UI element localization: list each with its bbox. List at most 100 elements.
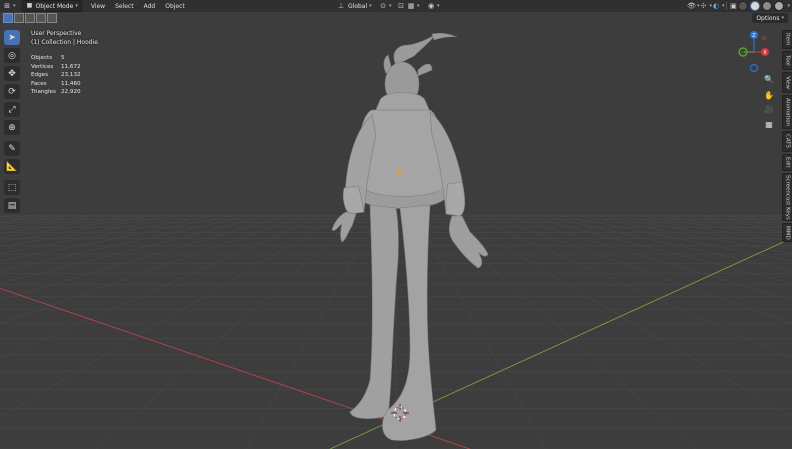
transform-tool[interactable]: ⊕ bbox=[4, 120, 20, 135]
grid-line bbox=[0, 214, 163, 238]
select-new-icon[interactable] bbox=[3, 13, 13, 23]
transform-orientation-dropdown[interactable]: ⊥ Global ▾ bbox=[334, 1, 375, 11]
wireframe-shading-icon[interactable] bbox=[738, 1, 749, 11]
ruler-icon: 📐 bbox=[6, 161, 18, 172]
stat-value: 22,920 bbox=[61, 89, 81, 96]
solid-shading-icon[interactable] bbox=[750, 1, 761, 11]
cursor-tool[interactable]: ◎ bbox=[4, 48, 20, 63]
tab-label: Item bbox=[784, 33, 791, 46]
rendered-shading-icon[interactable] bbox=[774, 1, 785, 11]
gizmo-toggle-icon[interactable]: ✣ bbox=[699, 2, 707, 10]
3d-viewport[interactable]: Z X Y bbox=[0, 0, 792, 449]
stat-row: Vertices 11,672 bbox=[31, 63, 81, 72]
chevron-down-icon: ▾ bbox=[75, 3, 78, 9]
pivot-icon: ⊙ bbox=[380, 2, 386, 10]
menu-object[interactable]: Object bbox=[160, 3, 190, 10]
stat-value: 5 bbox=[61, 55, 65, 61]
tab-tool[interactable]: Tool bbox=[782, 51, 792, 70]
xray-toggle-icon[interactable]: ▣ bbox=[729, 2, 737, 10]
stat-row: Faces 11,460 bbox=[31, 80, 81, 89]
cursor-arrow-icon: ➤ bbox=[8, 32, 16, 43]
scene-statistics: Objects 5 Vertices 11,672 Edges 23,132 Face… bbox=[31, 54, 81, 97]
tab-label: Tool bbox=[784, 55, 791, 66]
move-tool[interactable]: ✥ bbox=[4, 66, 20, 81]
grid-line bbox=[0, 214, 19, 217]
pivot-point-button[interactable]: ⊙ ▾ bbox=[376, 1, 395, 11]
tool-shelf: ➤ ◎ ✥ ⟳ ⤢ ⊕ ✎ 📐 ⬚ ▤ bbox=[4, 30, 22, 216]
pan-button[interactable]: ✋ bbox=[762, 88, 776, 102]
divider bbox=[726, 2, 728, 10]
chevron-down-icon[interactable]: ▾ bbox=[787, 3, 790, 9]
stat-label: Faces bbox=[31, 80, 47, 87]
visibility-icon[interactable]: 👁 bbox=[687, 2, 696, 10]
grid-line bbox=[701, 214, 792, 225]
snap-settings-button[interactable]: ▦ ▾ bbox=[404, 1, 423, 11]
options-dropdown[interactable]: Options ▾ bbox=[752, 13, 788, 23]
chevron-down-icon: ▾ bbox=[781, 15, 784, 21]
annotate-tool[interactable]: ✎ bbox=[4, 141, 20, 156]
grid-line bbox=[0, 214, 307, 324]
editor-type-button[interactable]: ⊞ ▾ bbox=[0, 1, 19, 11]
navigation-gizmo[interactable]: Z X Y bbox=[738, 31, 769, 73]
tab-item[interactable]: Item bbox=[782, 30, 792, 49]
stat-label: Edges bbox=[31, 72, 48, 79]
tab-label: Animation bbox=[784, 97, 791, 127]
camera-icon: 🎥 bbox=[764, 104, 774, 114]
grid-line bbox=[0, 214, 217, 254]
zoom-button[interactable]: 🔍 bbox=[762, 72, 776, 86]
gizmo-z-label: Z bbox=[752, 33, 756, 39]
rotate-tool[interactable]: ⟳ bbox=[4, 84, 20, 99]
select-box-tool[interactable]: ➤ bbox=[4, 30, 20, 45]
grid-line bbox=[0, 214, 271, 284]
select-subtract-icon[interactable] bbox=[25, 13, 35, 23]
menu-add[interactable]: Add bbox=[139, 3, 161, 10]
mode-dropdown[interactable]: ■ Object Mode ▾ bbox=[21, 0, 82, 12]
header-right-tools: 👁 ▾ ✣ ▾ ◐ ▾ ▣ ▾ bbox=[687, 1, 790, 11]
grid-line bbox=[95, 214, 361, 449]
select-intersect-icon[interactable] bbox=[47, 13, 57, 23]
tab-label: MMD bbox=[784, 225, 791, 240]
camera-view-button[interactable]: 🎥 bbox=[762, 102, 776, 116]
add-object-tool[interactable]: ▤ bbox=[4, 198, 20, 213]
select-extend-icon[interactable] bbox=[14, 13, 24, 23]
grid-line bbox=[0, 214, 235, 262]
tab-view[interactable]: View bbox=[782, 72, 792, 93]
perspective-toggle-button[interactable]: ▦ bbox=[762, 117, 776, 131]
grid-line bbox=[719, 214, 792, 223]
menu-view[interactable]: View bbox=[86, 3, 110, 10]
grid-line bbox=[449, 214, 792, 418]
stat-label: Triangles bbox=[31, 89, 56, 96]
tab-cats[interactable]: CATS bbox=[782, 131, 792, 152]
object-mode-icon: ■ bbox=[26, 2, 33, 9]
stat-value: 11,672 bbox=[61, 63, 81, 70]
stat-label: Vertices bbox=[31, 63, 54, 70]
scale-tool[interactable]: ⤢ bbox=[4, 102, 20, 117]
proportional-edit-button[interactable]: ◉ ▾ bbox=[424, 1, 443, 11]
tab-mmd[interactable]: MMD bbox=[782, 223, 792, 242]
select-invert-icon[interactable] bbox=[36, 13, 46, 23]
chevron-down-icon: ▾ bbox=[721, 3, 725, 9]
grid-line bbox=[521, 214, 792, 284]
scale-icon: ⤢ bbox=[8, 104, 16, 115]
gizmo-x-label: X bbox=[763, 50, 767, 56]
measure-tool[interactable]: 📐 bbox=[4, 159, 20, 174]
view-perspective-label: User Perspective bbox=[31, 30, 82, 37]
overlay-toggle-icon[interactable]: ◐ bbox=[712, 2, 720, 10]
active-collection-label: (1) Collection | Hoodie bbox=[31, 39, 98, 46]
grid-line bbox=[0, 214, 55, 221]
stat-row: Edges 23,132 bbox=[31, 71, 81, 80]
grid-line bbox=[557, 214, 792, 262]
grid-line bbox=[485, 214, 792, 324]
magnifier-icon: 🔍 bbox=[764, 74, 774, 84]
grid-line bbox=[0, 214, 325, 359]
3d-viewport-icon: ⊞ bbox=[4, 2, 10, 10]
hand-icon: ✋ bbox=[764, 90, 774, 100]
tab-animation[interactable]: Animation bbox=[782, 95, 792, 129]
material-shading-icon[interactable] bbox=[762, 1, 773, 11]
chevron-down-icon: ▾ bbox=[369, 3, 372, 9]
hoodie-character[interactable] bbox=[331, 32, 489, 441]
tab-edit[interactable]: Edit bbox=[782, 154, 792, 171]
tab-screencast-keys[interactable]: Screencast Keys bbox=[782, 173, 792, 221]
menu-select[interactable]: Select bbox=[110, 3, 139, 10]
add-cube-tool[interactable]: ⬚ bbox=[4, 180, 20, 195]
